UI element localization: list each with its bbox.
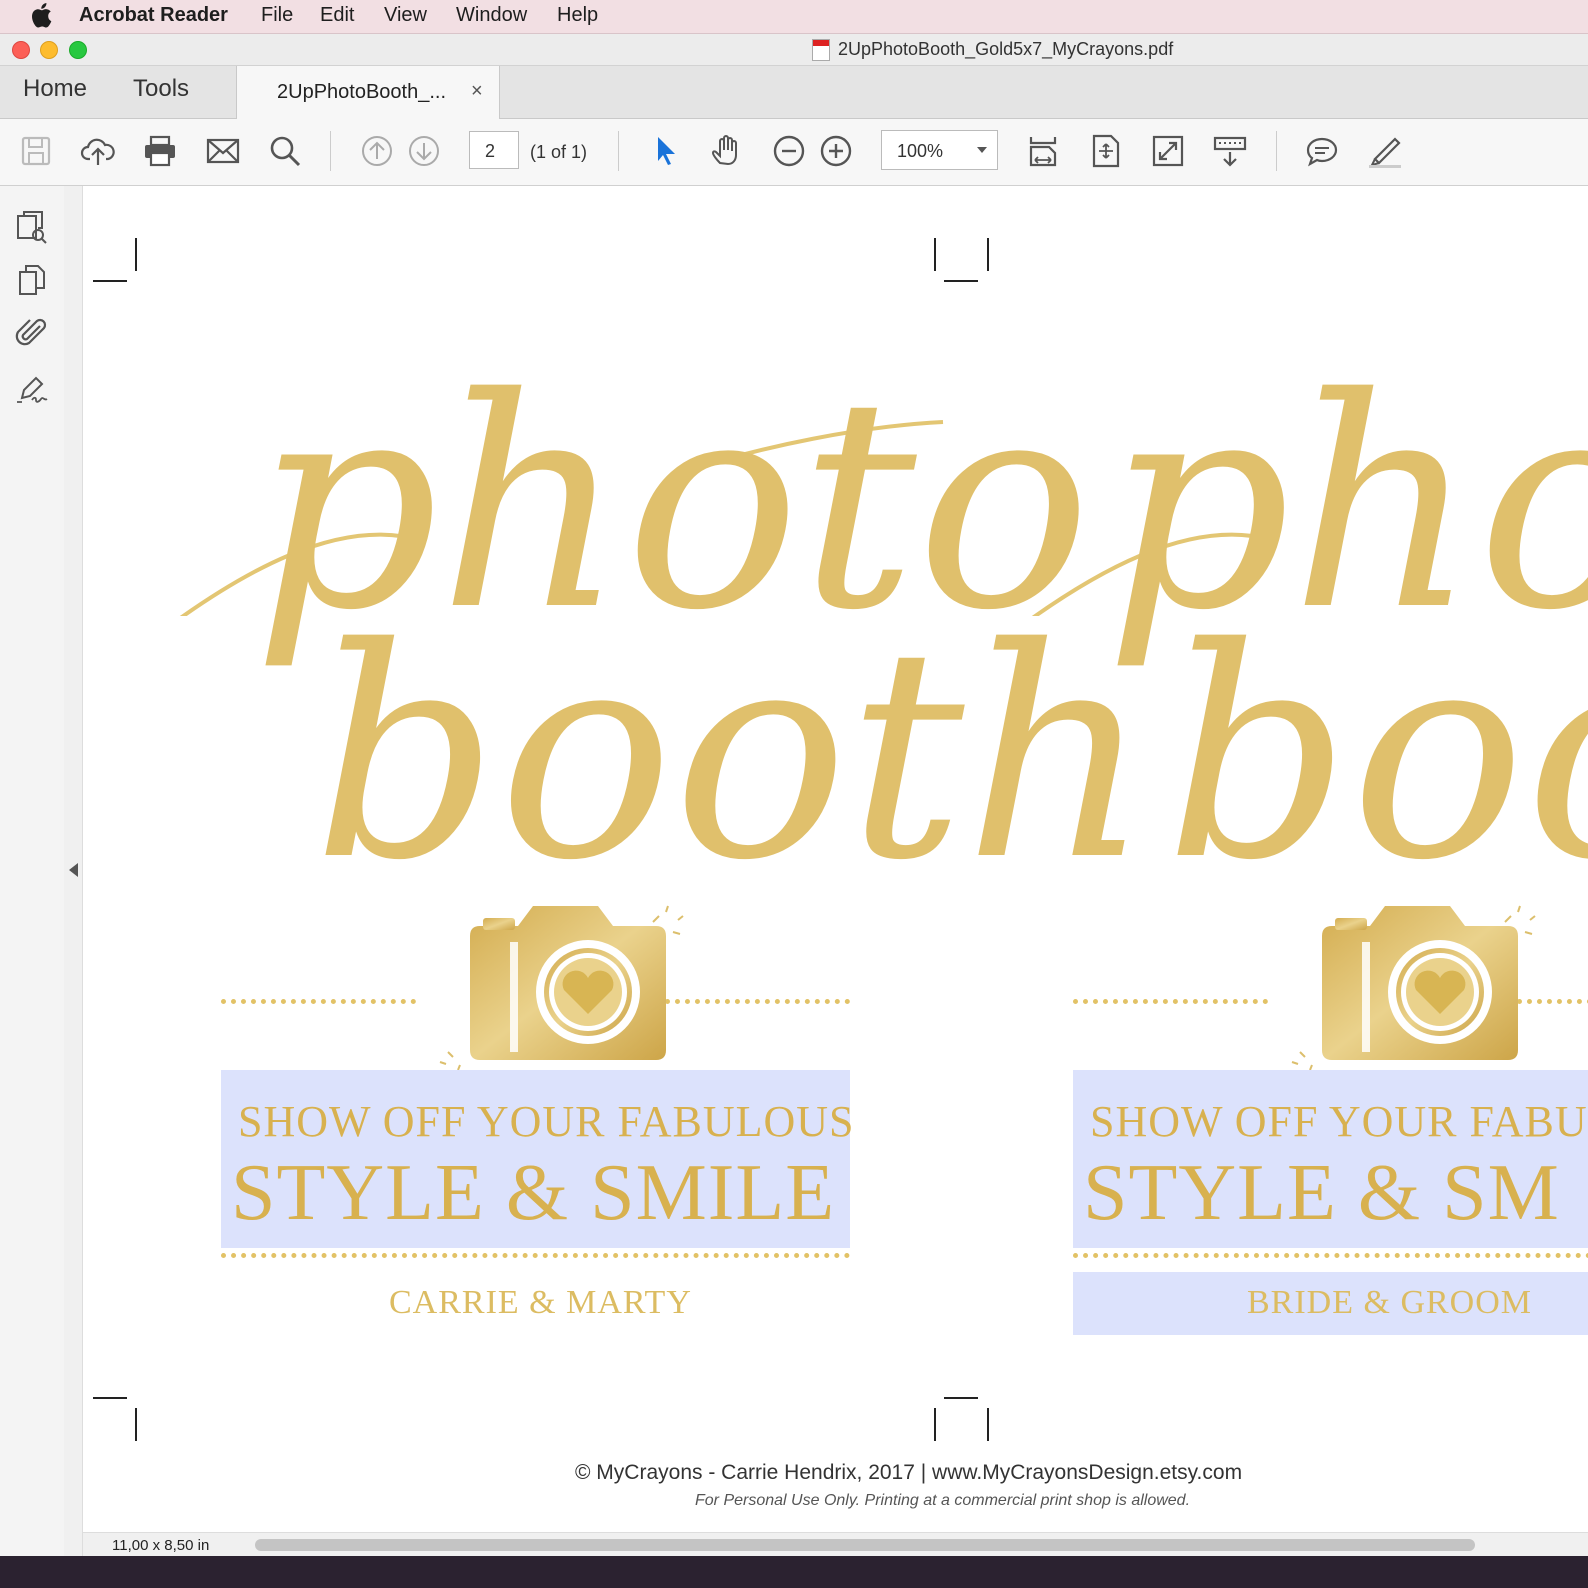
chevron-left-icon <box>69 863 78 877</box>
crop-mark <box>987 238 989 271</box>
tagline-big: STYLE & SM <box>1083 1149 1560 1237</box>
tab-document[interactable]: 2UpPhotoBooth_... × <box>236 66 500 119</box>
status-bar: 11,00 x 8,50 in <box>83 1532 1588 1557</box>
zoom-window-button[interactable] <box>69 41 87 59</box>
tab-home[interactable]: Home <box>23 75 87 103</box>
script-title-booth: booth <box>1165 587 1588 924</box>
crop-mark <box>934 238 936 271</box>
zoom-in-icon[interactable] <box>818 133 854 169</box>
save-icon[interactable] <box>18 133 54 169</box>
pdf-file-icon <box>812 39 830 61</box>
dotted-divider <box>221 999 416 1004</box>
crop-mark <box>93 280 127 282</box>
toolbar-separator <box>618 131 619 171</box>
left-navigation-pane <box>0 186 65 1588</box>
window-title: 2UpPhotoBooth_Gold5x7_MyCrayons.pdf <box>838 39 1174 59</box>
fit-page-icon[interactable] <box>1088 133 1124 169</box>
menu-window[interactable]: Window <box>456 4 527 27</box>
personal-use-notice: For Personal Use Only. Printing at a com… <box>695 1492 1191 1509</box>
crop-mark <box>944 1397 978 1399</box>
pane-collapse-handle[interactable] <box>64 186 83 1588</box>
document-viewport: photo booth SHOW OFF YOUR FABULOUS STYLE… <box>83 186 1588 1532</box>
page-down-icon[interactable] <box>406 133 442 169</box>
crop-mark <box>934 1408 936 1441</box>
page-size: 11,00 x 8,50 in <box>112 1537 210 1554</box>
highlight-pen-icon[interactable] <box>1367 133 1403 169</box>
menu-file[interactable]: File <box>261 4 293 27</box>
chevron-down-icon <box>977 147 987 153</box>
menu-help[interactable]: Help <box>557 4 598 27</box>
zoom-out-icon[interactable] <box>771 133 807 169</box>
dock-edge <box>0 1556 1588 1588</box>
crop-mark <box>93 1397 127 1399</box>
print-icon[interactable] <box>142 133 178 169</box>
tab-bar: Home Tools 2UpPhotoBooth_... × <box>0 66 1588 119</box>
window-title-bar: 2UpPhotoBooth_Gold5x7_MyCrayons.pdf <box>0 34 1588 66</box>
cloud-upload-icon[interactable] <box>80 133 116 169</box>
tagline-big: STYLE & SMILE <box>231 1149 836 1237</box>
crop-mark <box>987 1408 989 1441</box>
horizontal-scrollbar[interactable] <box>255 1539 1475 1551</box>
scroll-mode-icon[interactable] <box>1025 133 1061 169</box>
attachment-icon[interactable] <box>14 314 50 350</box>
search-icon[interactable] <box>267 133 303 169</box>
hand-icon[interactable] <box>709 133 745 169</box>
close-window-button[interactable] <box>12 41 30 59</box>
signature-icon[interactable] <box>14 370 50 406</box>
menu-view[interactable]: View <box>384 4 427 27</box>
photo-booth-card: photo booth SHOW OFF YOUR FABU STYLE & S… <box>975 336 1588 1336</box>
menu-bar: Acrobat Reader File Edit View Window Hel… <box>0 0 1588 34</box>
comment-icon[interactable] <box>1304 133 1340 169</box>
dotted-divider <box>1073 999 1268 1004</box>
tab-tools[interactable]: Tools <box>133 75 189 103</box>
toolbar-separator <box>330 131 331 171</box>
zoom-value: 100% <box>897 141 944 161</box>
page-number-input[interactable]: 2 <box>469 131 519 169</box>
email-icon[interactable] <box>205 133 241 169</box>
crop-mark <box>135 1408 137 1441</box>
crop-mark <box>135 238 137 271</box>
dotted-divider <box>221 1253 850 1258</box>
tab-document-label: 2UpPhotoBooth_... <box>277 81 447 103</box>
photo-booth-card: photo booth SHOW OFF YOUR FABULOUS STYLE… <box>123 336 1151 1336</box>
tagline-small: SHOW OFF YOUR FABU <box>1090 1097 1588 1146</box>
apple-icon[interactable] <box>30 2 52 28</box>
toolbar: 2 (1 of 1) 100% <box>0 119 1588 186</box>
page-thumbnails-icon[interactable] <box>14 208 50 244</box>
minimize-window-button[interactable] <box>40 41 58 59</box>
tagline-small: SHOW OFF YOUR FABULOUS <box>238 1097 855 1146</box>
select-arrow-icon[interactable] <box>648 133 684 169</box>
copyright-line: © MyCrayons - Carrie Hendrix, 2017 | www… <box>575 1461 1243 1484</box>
zoom-select[interactable]: 100% <box>881 130 998 170</box>
menu-app-name[interactable]: Acrobat Reader <box>79 4 228 27</box>
close-tab-button[interactable]: × <box>471 80 483 103</box>
full-screen-icon[interactable] <box>1150 133 1186 169</box>
dotted-divider <box>1073 1253 1588 1258</box>
read-mode-icon[interactable] <box>1212 133 1248 169</box>
copy-pages-icon[interactable] <box>14 262 50 298</box>
page-count: (1 of 1) <box>530 142 588 162</box>
couple-names: CARRIE & MARTY <box>389 1284 692 1321</box>
toolbar-separator <box>1276 131 1277 171</box>
crop-mark <box>944 280 978 282</box>
couple-names: BRIDE & GROOM <box>1247 1284 1533 1321</box>
page-up-icon[interactable] <box>359 133 395 169</box>
menu-edit[interactable]: Edit <box>320 4 354 27</box>
camera-heart-icon <box>439 905 684 1071</box>
camera-heart-icon <box>1291 905 1536 1071</box>
